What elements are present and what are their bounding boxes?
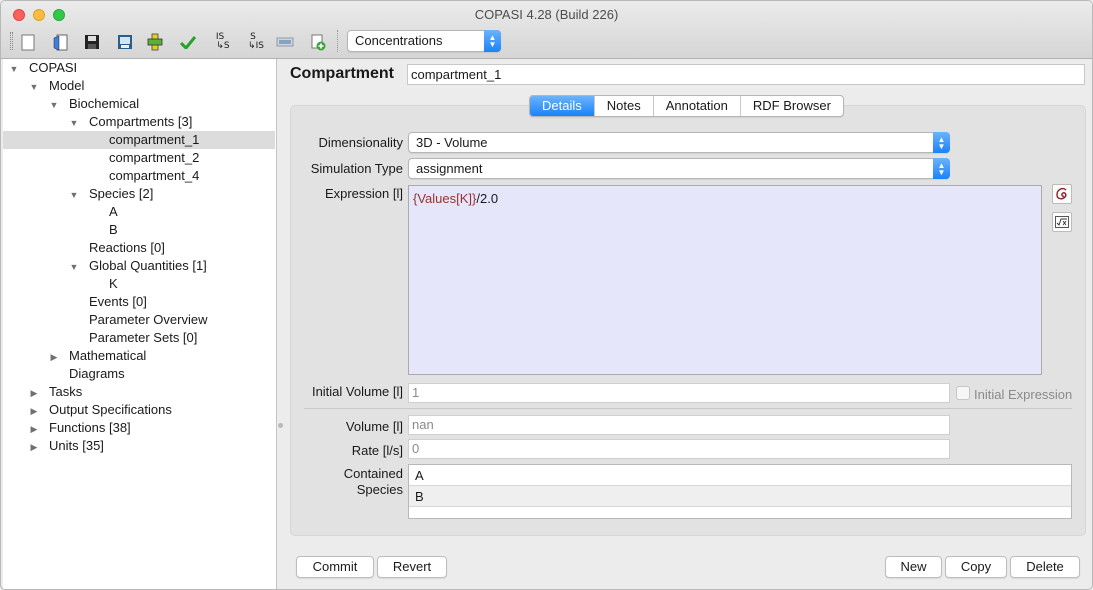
tree-item-species-b[interactable]: B [3,221,275,239]
tree-item-compartment-1[interactable]: compartment_1 [3,131,275,149]
sbml-icon[interactable] [274,31,296,53]
list-item[interactable]: B [409,486,1071,507]
new-button[interactable]: New [885,556,942,578]
open-file-icon[interactable] [50,31,72,53]
tree-item-output-specifications[interactable]: ▶ Output Specifications [3,401,275,419]
add-icon[interactable] [307,31,329,53]
volume-value: nan [408,415,950,435]
expand-arrow-icon[interactable]: ▼ [27,78,41,96]
tree-item-events[interactable]: Events [0] [3,293,275,311]
compartment-name-input[interactable]: compartment_1 [407,64,1085,85]
initial-volume-input[interactable]: 1 [408,383,950,403]
tab-details[interactable]: Details [530,96,595,116]
tree-item-compartment-2[interactable]: compartment_2 [3,149,275,167]
formula-view-icon[interactable] [1052,212,1072,232]
check-icon[interactable] [177,31,199,53]
tree-item-parameter-overview[interactable]: Parameter Overview [3,311,275,329]
model-check-icon[interactable] [144,31,166,53]
s-to-is-icon[interactable]: S ↳IS [242,31,264,53]
is-to-s-icon[interactable]: IS ↳S [209,31,231,53]
tree-item-tasks[interactable]: ▶ Tasks [3,383,275,401]
tab-bar: Details Notes Annotation RDF Browser [529,95,844,117]
object-browser-icon[interactable] [1052,184,1072,204]
collapse-arrow-icon[interactable]: ▶ [27,384,41,402]
rate-value: 0 [408,439,950,459]
collapse-arrow-icon[interactable]: ▶ [27,402,41,420]
expand-arrow-icon[interactable]: ▼ [67,186,81,204]
tree-item-k[interactable]: K [3,275,275,293]
tree-item-global-quantities[interactable]: ▼ Global Quantities [1] [3,257,275,275]
new-file-icon[interactable] [17,31,39,53]
tree-item-biochemical[interactable]: ▼ Biochemical [3,95,275,113]
chevron-updown-icon: ▲ ▼ [484,30,501,52]
expression-editor[interactable]: {Values[K]}/2.0 [408,185,1042,375]
tree-item-species-a[interactable]: A [3,203,275,221]
tree-item-copasi[interactable]: ▼ COPASI [3,59,275,77]
collapse-arrow-icon[interactable]: ▶ [47,348,61,366]
tree-item-mathematical[interactable]: ▶ Mathematical [3,347,275,365]
expression-label: Expression [l] [324,186,403,201]
copy-button[interactable]: Copy [945,556,1007,578]
window-title: COPASI 4.28 (Build 226) [474,7,619,22]
tab-notes[interactable]: Notes [595,96,654,116]
tree-item-compartment-4[interactable]: compartment_4 [3,167,275,185]
initial-volume-label: Initial Volume [l] [311,384,403,399]
title-bar: COPASI 4.28 (Build 226) IS ↳S S ↳IS Conc… [1,1,1092,59]
tree-item-compartments[interactable]: ▼ Compartments [3] [3,113,275,131]
expand-arrow-icon[interactable]: ▼ [47,96,61,114]
expand-arrow-icon[interactable]: ▼ [67,258,81,276]
tree-item-species[interactable]: ▼ Species [2] [3,185,275,203]
tree-item-model[interactable]: ▼ Model [3,77,275,95]
initial-expression-label: Initial Expression [974,387,1073,402]
contained-species-list[interactable]: A B [408,464,1072,519]
section-divider [304,408,1072,409]
volume-label: Volume [l] [345,419,403,434]
tree-item-functions[interactable]: ▶ Functions [38] [3,419,275,437]
chevron-updown-icon: ▲ ▼ [933,158,950,179]
toolbar-grip[interactable] [10,32,13,50]
simulation-type-select[interactable]: assignment ▲ ▼ [408,158,950,179]
tree-item-parameter-sets[interactable]: Parameter Sets [0] [3,329,275,347]
collapse-arrow-icon[interactable]: ▶ [27,438,41,456]
initial-expression-checkbox[interactable] [956,386,970,400]
navigation-tree[interactable]: ▼ COPASI ▼ Model ▼ Biochemical ▼ Compartment… [3,59,277,589]
contained-species-label: Contained Species [343,466,403,497]
revert-button[interactable]: Revert [377,556,447,578]
expand-arrow-icon[interactable]: ▼ [67,114,81,132]
chevron-updown-icon: ▲ ▼ [933,132,950,153]
dimensionality-select[interactable]: 3D - Volume ▲ ▼ [408,132,950,153]
save-icon[interactable] [81,31,103,53]
collapse-arrow-icon[interactable]: ▶ [27,420,41,438]
page-title: Compartment [290,65,395,82]
unit-select[interactable]: Concentrations ▲ ▼ [347,30,501,52]
tree-item-diagrams[interactable]: Diagrams [3,365,275,383]
expand-arrow-icon[interactable]: ▼ [7,60,21,78]
rate-label: Rate [l/s] [351,443,403,458]
expression-reference: {Values[K]} [413,191,477,206]
tab-annotation[interactable]: Annotation [654,96,741,116]
dimensionality-label: Dimensionality [318,135,403,150]
tab-rdf-browser[interactable]: RDF Browser [741,96,843,116]
list-item[interactable]: A [409,465,1071,486]
tree-item-reactions[interactable]: Reactions [0] [3,239,275,257]
commit-button[interactable]: Commit [296,556,374,578]
simulation-type-label: Simulation Type [310,161,403,176]
delete-button[interactable]: Delete [1010,556,1080,578]
toolbar-separator [337,30,338,52]
tree-item-units[interactable]: ▶ Units [35] [3,437,275,455]
app-window: COPASI 4.28 (Build 226) IS ↳S S ↳IS Conc… [0,0,1093,590]
splitter-handle[interactable] [278,423,283,428]
save-image-icon[interactable] [114,31,136,53]
expression-text: /2.0 [476,191,499,206]
